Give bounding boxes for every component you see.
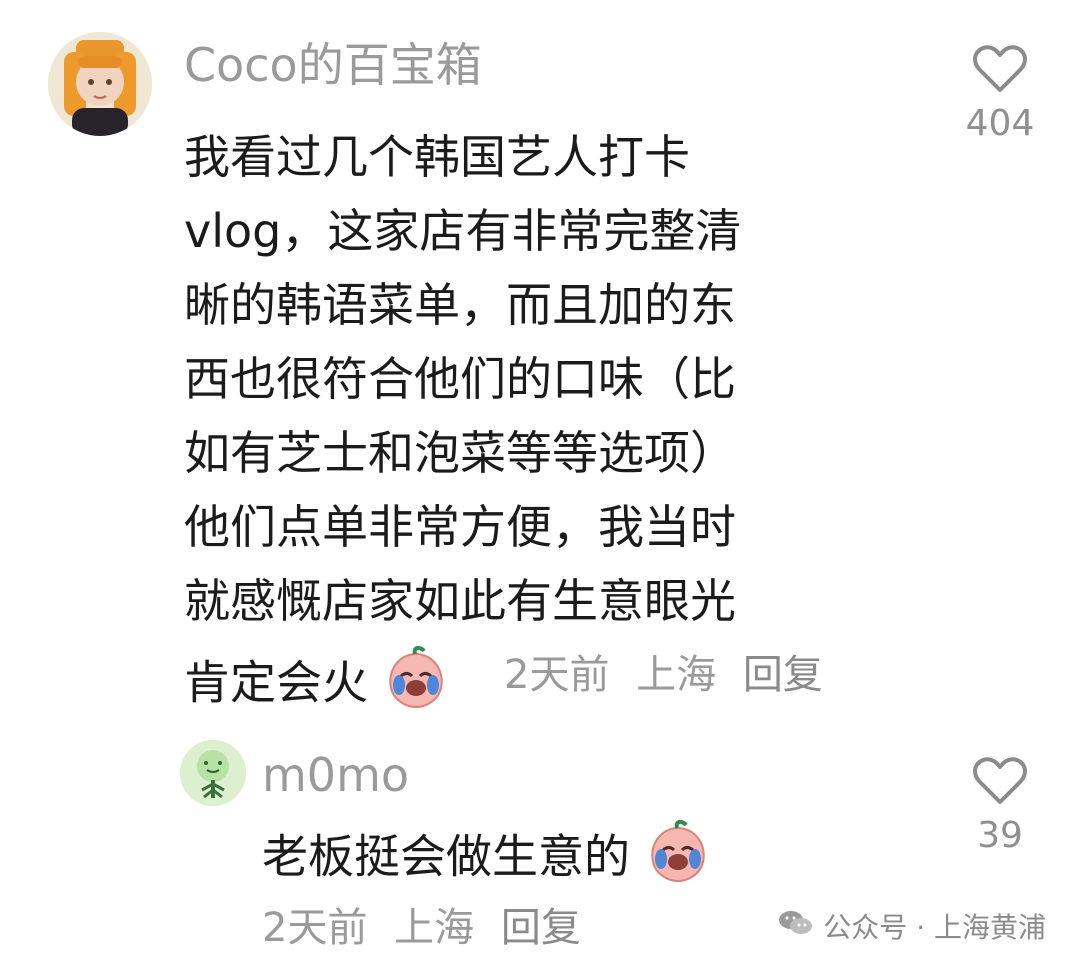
heart-icon[interactable] [960,756,1040,806]
like-count: 404 [965,103,1035,144]
comment-text-line-4: 西也很符合他们的口味（比 [184,352,736,406]
laughing-crying-peach-emoji [645,819,711,900]
reply-like-count: 39 [977,815,1023,856]
reply-reply-button[interactable]: 回复 [501,905,581,951]
comment-text-line-6: 他们点单非常方便，我当时 [184,500,736,554]
comment-meta: 2天前 上海 回复 [504,655,837,695]
reply-text: 老板挺会做生意的 [262,819,711,900]
comment-text-line-1: 我看过几个韩国艺人打卡 [184,130,690,184]
comment-username[interactable]: Coco的百宝箱 [184,42,482,88]
laughing-crying-peach-emoji [383,645,449,726]
reply-avatar-image [180,740,246,806]
user-avatar[interactable] [48,32,152,136]
user-avatar-image [48,32,152,136]
reply-time: 2天前 [262,905,368,951]
comment-text-line-8: 肯定会火 [184,645,449,726]
watermark-text: 公众号 · 上海黄浦 [823,911,1046,944]
watermark: 公众号 · 上海黄浦 [777,906,1046,946]
comment-time: 2天前 [504,652,610,698]
reply-meta: 2天前 上海 回复 [262,908,595,948]
comment-text-line-8-text: 肯定会火 [184,655,368,710]
reply-location: 上海 [394,905,475,951]
reply-button[interactable]: 回复 [743,652,823,698]
wechat-icon [777,908,815,945]
comment-text-line-5: 如有芝士和泡菜等等选项） [184,426,736,480]
reply-text-content: 老板挺会做生意的 [262,829,630,884]
heart-icon[interactable] [960,44,1040,94]
comment-location: 上海 [636,652,717,698]
reply-like-control[interactable]: 39 [960,756,1040,854]
comment-text-line-7: 就感慨店家如此有生意眼光 [184,574,736,628]
reply-username[interactable]: m0mo [262,752,409,798]
reply-user-avatar[interactable] [180,740,246,806]
comment-text-line-3: 晰的韩语菜单，而且加的东 [184,278,736,332]
like-control[interactable]: 404 [960,44,1040,142]
comment-text-line-2: vlog，这家店有非常完整清 [184,204,742,258]
